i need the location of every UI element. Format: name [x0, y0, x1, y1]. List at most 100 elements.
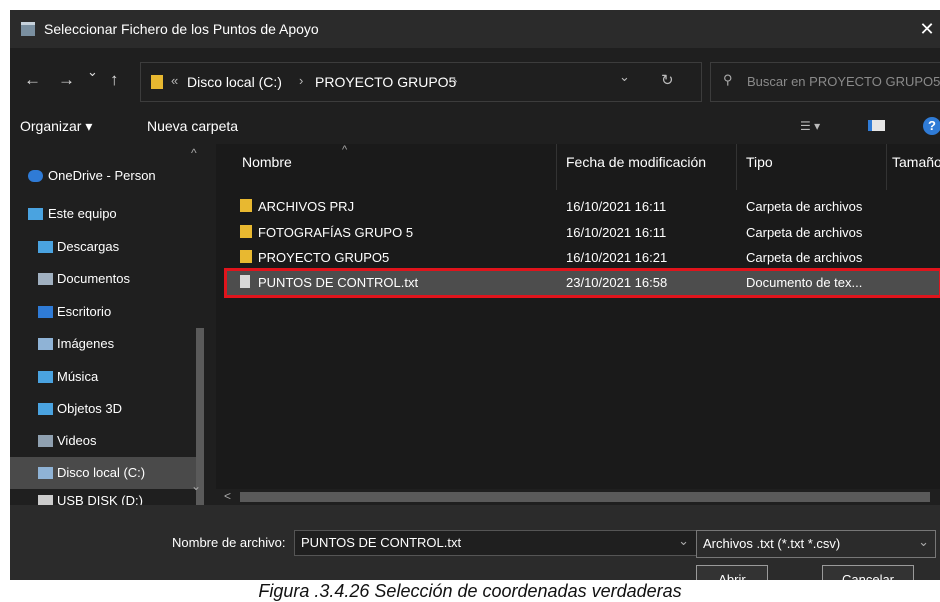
column-divider[interactable]: [886, 144, 887, 190]
chevron-down-icon[interactable]: ⌄: [918, 534, 929, 550]
file-row[interactable]: FOTOGRAFÍAS GRUPO 5 16/10/2021 16:11 Carpe…: [226, 220, 940, 246]
sidebar-item[interactable]: Videos: [10, 425, 200, 457]
up-arrow-icon[interactable]: ↑: [110, 70, 119, 90]
sidebar-item-label: Disco local (C:): [57, 465, 146, 480]
forward-arrow-icon[interactable]: →: [58, 70, 75, 90]
breadcrumb-folder[interactable]: PROYECTO GRUPO5: [315, 74, 456, 90]
window-title: Seleccionar Fichero de los Puntos de Apo…: [44, 21, 319, 37]
sidebar-item-label: Imágenes: [57, 336, 115, 351]
navigation-pane: OneDrive - Person Este equipo Descargas Doc…: [10, 144, 206, 581]
column-header-size[interactable]: Tamaño: [892, 154, 940, 170]
filename-value[interactable]: PUNTOS DE CONTROL.txt: [301, 535, 461, 550]
column-divider[interactable]: [556, 144, 557, 190]
videos-icon: [38, 435, 53, 447]
recent-locations-icon[interactable]: ⌄: [87, 64, 98, 80]
figure-caption: Figura .3.4.26 Selección de coordenadas …: [0, 580, 940, 601]
filename-label: Nombre de archivo:: [172, 535, 286, 550]
sort-indicator-icon: ^: [342, 144, 348, 156]
column-header-date[interactable]: Fecha de modificación: [566, 154, 706, 170]
close-button[interactable]: ✕: [916, 16, 938, 42]
search-input[interactable]: Buscar en PROYECTO GRUPO5: [747, 74, 940, 89]
window-icon: [21, 22, 35, 36]
breadcrumb-disk[interactable]: Disco local (C:): [187, 74, 282, 90]
file-open-dialog: Seleccionar Fichero de los Puntos de Apo…: [10, 10, 940, 581]
filename-field[interactable]: PUNTOS DE CONTROL.txt ⌄: [294, 530, 698, 556]
cloud-icon: [28, 170, 43, 182]
folder-icon: [240, 225, 252, 238]
dialog-footer: Nombre de archivo: PUNTOS DE CONTROL.txt…: [10, 505, 940, 581]
sidebar-item[interactable]: Este equipo: [10, 198, 200, 230]
overflow-icon[interactable]: «: [171, 73, 178, 88]
address-row: ← → ⌄ ↑ « Disco local (C:) › PROYECTO GR…: [10, 58, 940, 104]
sidebar-item-label: Descargas: [57, 239, 120, 254]
horizontal-scrollbar[interactable]: <: [216, 489, 940, 505]
file-date: 16/10/2021 16:11: [566, 225, 667, 240]
sidebar-item[interactable]: OneDrive - Person: [10, 160, 200, 192]
file-name: FOTOGRAFÍAS GRUPO 5: [258, 225, 414, 240]
file-row[interactable]: PROYECTO GRUPO5 16/10/2021 16:21 Carpeta d…: [226, 245, 940, 271]
file-date: 16/10/2021 16:11: [566, 199, 667, 214]
scroll-up-icon[interactable]: ^: [191, 146, 197, 160]
scroll-left-icon[interactable]: <: [224, 489, 231, 503]
computer-icon: [28, 208, 43, 220]
scroll-down-icon[interactable]: ⌄: [191, 479, 201, 493]
address-bar[interactable]: « Disco local (C:) › PROYECTO GRUPO5 › ⌄…: [140, 62, 702, 102]
sidebar-item[interactable]: Música: [10, 361, 200, 393]
sidebar-item-label: Escritorio: [57, 304, 112, 319]
chevron-right-icon[interactable]: ›: [453, 73, 457, 88]
file-row[interactable]: ARCHIVOS PRJ 16/10/2021 16:11 Carpeta de a…: [226, 194, 940, 220]
organize-button[interactable]: Organizar ▾: [20, 118, 92, 135]
file-type: Carpeta de archivos: [746, 225, 863, 240]
documents-icon: [38, 273, 53, 285]
file-type-select[interactable]: Archivos .txt (*.txt *.csv) ⌄: [696, 530, 936, 558]
file-name: PUNTOS DE CONTROL.txt: [258, 275, 419, 290]
search-box[interactable]: ⚲ Buscar en PROYECTO GRUPO5: [710, 62, 940, 102]
open-button[interactable]: Abrir: [696, 565, 768, 581]
file-name: ARCHIVOS PRJ: [258, 199, 355, 214]
column-header-name[interactable]: Nombre: [242, 154, 292, 170]
scrollbar-thumb[interactable]: [240, 492, 930, 502]
search-icon: ⚲: [723, 72, 733, 87]
refresh-icon[interactable]: ↻: [661, 71, 674, 89]
sidebar-item-label: Música: [57, 369, 99, 384]
music-icon: [38, 371, 53, 383]
file-date: 23/10/2021 16:58: [566, 275, 668, 290]
download-icon: [38, 241, 53, 253]
sidebar-item-label: Videos: [57, 433, 97, 448]
new-folder-button[interactable]: Nueva carpeta: [147, 118, 238, 134]
folder-icon: [240, 199, 252, 212]
column-divider[interactable]: [736, 144, 737, 190]
view-options-icon[interactable]: ☰ ▾: [800, 119, 820, 133]
sidebar-item[interactable]: Descargas: [10, 231, 200, 263]
pictures-icon: [38, 338, 53, 350]
file-row[interactable]: PUNTOS DE CONTROL.txt 23/10/2021 16:58 Doc…: [224, 268, 940, 298]
sidebar-item[interactable]: Escritorio: [10, 296, 200, 328]
folder-icon: [240, 250, 252, 263]
3d-objects-icon: [38, 403, 53, 415]
folder-icon: [151, 75, 163, 89]
file-type: Documento de tex...: [746, 275, 863, 290]
text-file-icon: [240, 275, 250, 288]
file-name: PROYECTO GRUPO5: [258, 250, 390, 265]
command-toolbar: Organizar ▾ Nueva carpeta ☰ ▾ ?: [10, 110, 940, 144]
chevron-down-icon[interactable]: ⌄: [678, 533, 689, 549]
back-arrow-icon[interactable]: ←: [24, 70, 41, 90]
desktop-icon: [38, 306, 53, 318]
preview-pane-icon[interactable]: [868, 120, 885, 131]
title-bar: Seleccionar Fichero de los Puntos de Apo…: [10, 10, 940, 48]
chevron-down-icon[interactable]: ⌄: [619, 69, 630, 85]
cancel-button[interactable]: Cancelar: [822, 565, 914, 581]
file-type-value: Archivos .txt (*.txt *.csv): [703, 536, 841, 551]
sidebar-item-label: OneDrive - Person: [48, 168, 156, 183]
sidebar-item-label: Documentos: [57, 271, 130, 286]
file-list: ^ Nombre Fecha de modificación Tipo Tama…: [216, 144, 940, 489]
sidebar-item[interactable]: Objetos 3D: [10, 393, 200, 425]
sidebar-item-label: Objetos 3D: [57, 401, 123, 416]
sidebar-item[interactable]: Documentos: [10, 263, 200, 295]
file-type: Carpeta de archivos: [746, 199, 863, 214]
sidebar-item[interactable]: Imágenes: [10, 328, 200, 360]
file-type: Carpeta de archivos: [746, 250, 863, 265]
help-icon[interactable]: ?: [923, 117, 940, 135]
chevron-right-icon: ›: [299, 73, 304, 88]
column-header-type[interactable]: Tipo: [746, 154, 773, 170]
